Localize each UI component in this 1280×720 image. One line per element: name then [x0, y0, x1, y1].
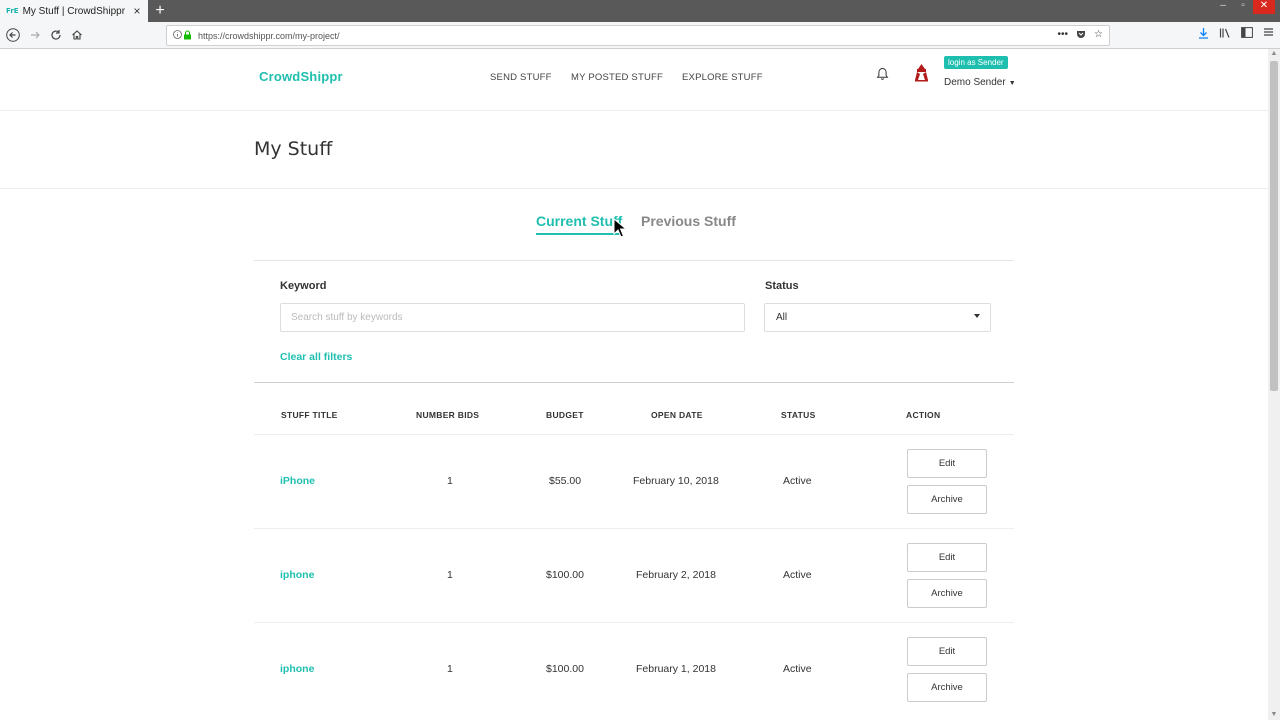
column-header-budget: BUDGET [546, 410, 584, 420]
browser-tab[interactable]: FrE My Stuff | CrowdShippr × [0, 0, 148, 22]
site-header: CrowdShippr SEND STUFF MY POSTED STUFF E… [0, 49, 1268, 111]
caret-down-icon [974, 314, 980, 318]
row-divider [254, 434, 1014, 435]
page-scrollbar[interactable]: ▲ ▼ [1268, 49, 1280, 720]
page-title: My Stuff [254, 138, 333, 160]
tab-current-stuff[interactable]: Current Stuff [536, 213, 623, 235]
scroll-up-icon[interactable]: ▲ [1268, 49, 1280, 59]
page-viewport: CrowdShippr SEND STUFF MY POSTED STUFF E… [0, 49, 1268, 720]
row-divider [254, 622, 1014, 623]
browser-navbar: https://crowdshippr.com/my-project/ ••• … [0, 22, 1280, 49]
tab-title: My Stuff | CrowdShippr [22, 5, 126, 17]
divider [254, 260, 1014, 261]
divider [254, 382, 1014, 383]
status-text: Active [783, 475, 812, 487]
budget: $100.00 [546, 569, 584, 581]
edit-button[interactable]: Edit [907, 449, 987, 478]
minimize-window-icon[interactable]: – [1214, 0, 1232, 14]
reload-icon[interactable] [48, 27, 64, 43]
open-date: February 10, 2018 [633, 475, 719, 487]
forward-icon[interactable] [27, 27, 43, 43]
user-name: Demo Sender [944, 77, 1006, 88]
status-label: Status [765, 280, 799, 292]
bookmark-star-icon[interactable]: ☆ [1094, 29, 1103, 42]
status-text: Active [783, 663, 812, 675]
home-icon[interactable] [69, 27, 85, 43]
library-icon[interactable] [1219, 27, 1231, 42]
column-header-status: STATUS [781, 410, 816, 420]
downloads-icon[interactable] [1198, 27, 1209, 42]
budget: $55.00 [549, 475, 582, 487]
tab-previous-stuff[interactable]: Previous Stuff [641, 213, 736, 233]
stuff-title-link[interactable]: iphone [280, 663, 314, 675]
url-text: https://crowdshippr.com/my-project/ [198, 30, 340, 41]
edit-button[interactable]: Edit [907, 637, 987, 666]
open-date: February 2, 2018 [636, 569, 716, 581]
clear-all-filters-link[interactable]: Clear all filters [280, 351, 352, 363]
stuff-title-link[interactable]: iPhone [280, 475, 315, 487]
archive-button[interactable]: Archive [907, 673, 987, 702]
archive-button[interactable]: Archive [907, 579, 987, 608]
column-header-stuff-title: STUFF TITLE [281, 410, 338, 420]
close-window-icon[interactable]: ✕ [1253, 0, 1275, 14]
number-bids: 1 [447, 475, 453, 487]
pocket-icon[interactable] [1076, 29, 1086, 42]
back-icon[interactable] [5, 27, 21, 43]
open-date: February 1, 2018 [636, 663, 716, 675]
status-select[interactable]: All [764, 303, 991, 332]
maximize-window-icon[interactable]: ▫ [1234, 0, 1252, 14]
menu-icon[interactable] [1263, 27, 1274, 42]
column-header-open-date: OPEN DATE [651, 410, 703, 420]
address-bar[interactable]: https://crowdshippr.com/my-project/ ••• … [166, 25, 1110, 46]
budget: $100.00 [546, 663, 584, 675]
user-menu[interactable]: Demo Sender ▼ [944, 77, 1016, 88]
sidebar-icon[interactable] [1241, 27, 1253, 42]
login-as-sender-badge[interactable]: login as Sender [944, 56, 1008, 69]
site-logo[interactable]: CrowdShippr [259, 69, 343, 84]
site-favicon-icon: FrE [6, 7, 19, 15]
status-text: Active [783, 569, 812, 581]
nav-explore-stuff[interactable]: EXPLORE STUFF [682, 72, 763, 83]
edit-button[interactable]: Edit [907, 543, 987, 572]
keyword-label: Keyword [280, 280, 327, 292]
new-tab-button[interactable]: + [151, 0, 169, 22]
status-select-value: All [776, 312, 788, 323]
browser-titlebar: FrE My Stuff | CrowdShippr × + – ▫ ✕ [0, 0, 1280, 22]
lock-icon [183, 29, 193, 42]
column-header-number-bids: NUMBER BIDS [416, 410, 480, 420]
row-divider [254, 528, 1014, 529]
nav-send-stuff[interactable]: SEND STUFF [490, 72, 552, 83]
keyword-search-input[interactable] [280, 303, 745, 332]
title-band: My Stuff [0, 111, 1268, 189]
page-actions-icon[interactable]: ••• [1058, 29, 1069, 42]
archive-button[interactable]: Archive [907, 485, 987, 514]
number-bids: 1 [447, 663, 453, 675]
nav-my-posted-stuff[interactable]: MY POSTED STUFF [571, 72, 663, 83]
scroll-down-icon[interactable]: ▼ [1268, 710, 1280, 720]
column-header-action: ACTION [906, 410, 941, 420]
stuff-title-link[interactable]: iphone [280, 569, 314, 581]
scrollbar-thumb[interactable] [1270, 61, 1278, 391]
user-avatar[interactable] [913, 63, 930, 83]
info-icon[interactable] [173, 30, 183, 41]
notification-bell-icon[interactable] [876, 67, 889, 81]
number-bids: 1 [447, 569, 453, 581]
close-tab-icon[interactable]: × [130, 4, 144, 18]
caret-down-icon: ▼ [1008, 80, 1016, 87]
